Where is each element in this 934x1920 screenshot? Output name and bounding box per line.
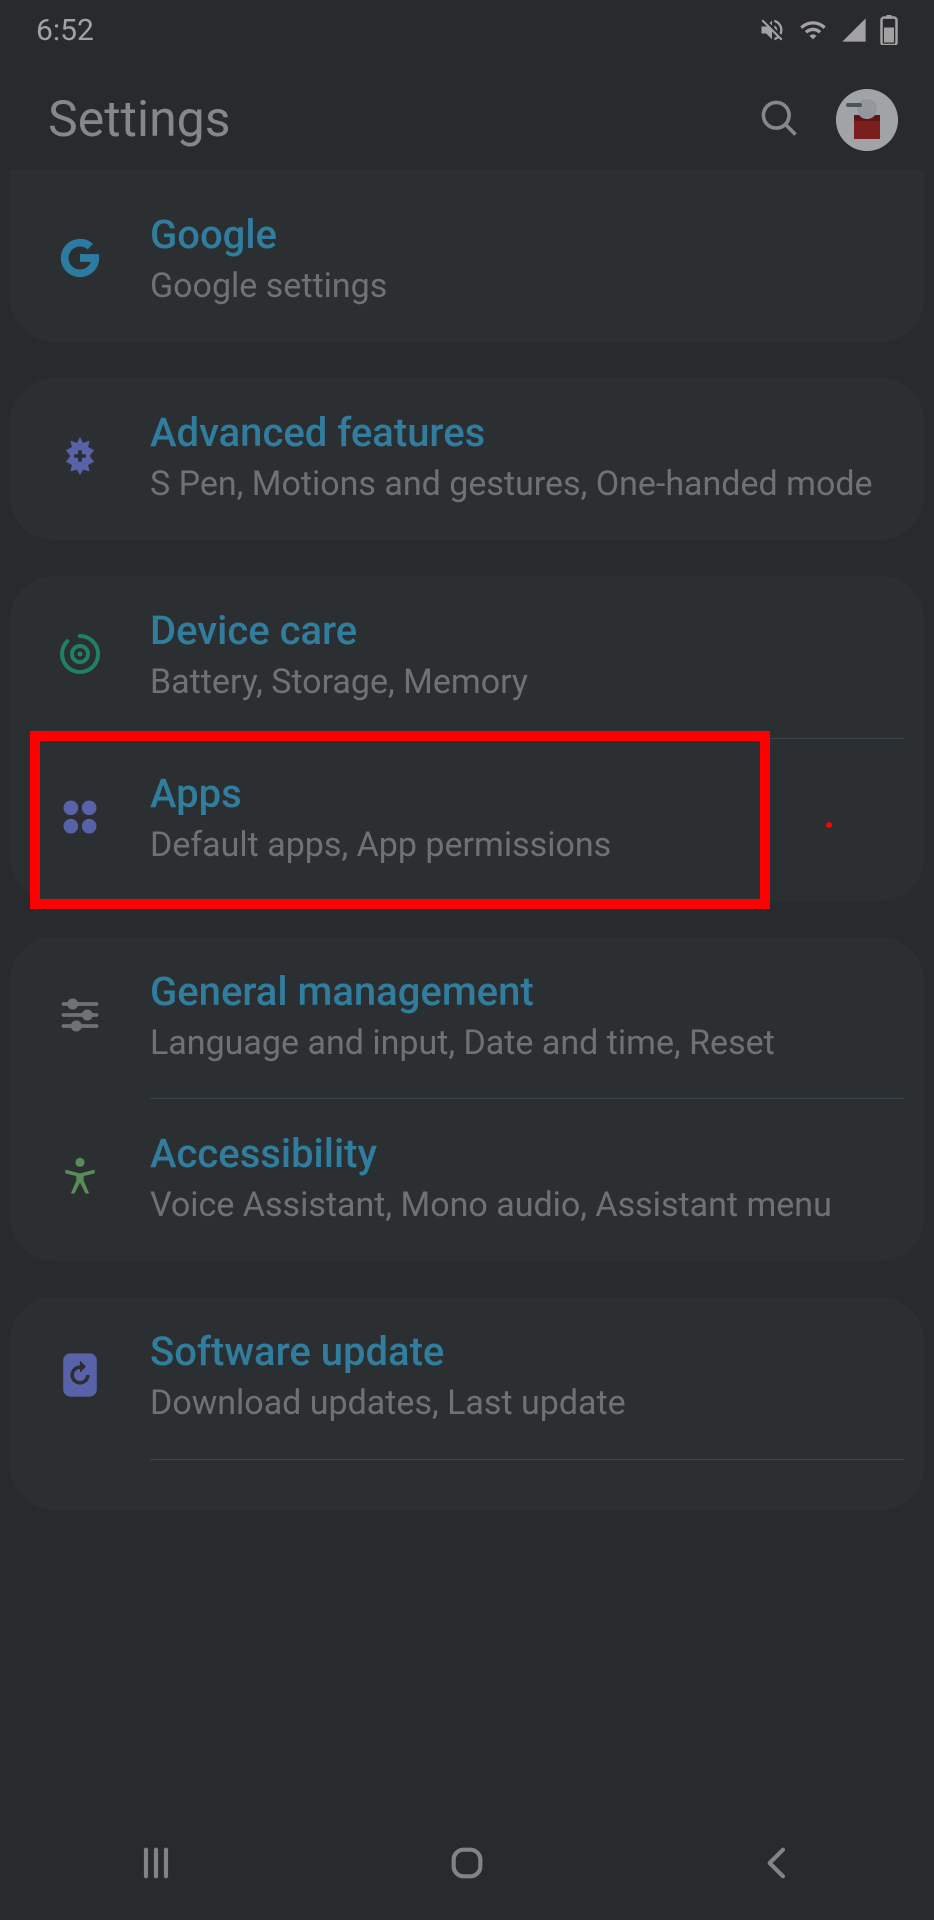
signal-icon — [840, 16, 868, 44]
settings-item-title: Apps — [150, 769, 884, 819]
settings-item-subtitle: Download updates, Last update — [150, 1381, 884, 1427]
search-icon — [757, 96, 801, 144]
settings-item-title: Software update — [150, 1327, 884, 1377]
software-update-icon — [60, 1351, 100, 1403]
profile-avatar[interactable] — [836, 89, 898, 151]
nav-back-button[interactable] — [678, 1825, 878, 1905]
status-time: 6:52 — [36, 13, 94, 48]
settings-item-advanced-features[interactable]: Advanced features S Pen, Motions and ges… — [10, 378, 924, 540]
settings-card-advanced: Advanced features S Pen, Motions and ges… — [10, 378, 924, 540]
search-button[interactable] — [748, 89, 810, 151]
settings-item-title: Accessibility — [150, 1129, 884, 1179]
accessibility-icon — [58, 1155, 102, 1203]
settings-item-google[interactable]: Google Google settings — [10, 180, 924, 342]
settings-item-title: Google — [150, 210, 884, 260]
navigation-bar — [0, 1810, 934, 1920]
settings-item-title: Advanced features — [150, 408, 884, 458]
settings-item-title: General management — [150, 967, 884, 1017]
settings-item-subtitle: Voice Assistant, Mono audio, Assistant m… — [150, 1183, 884, 1229]
settings-item-apps[interactable]: Apps Default apps, App permissions — [10, 739, 924, 901]
settings-card-google: Google Google settings — [10, 170, 924, 342]
highlight-dot — [826, 822, 832, 828]
wifi-icon — [798, 16, 828, 44]
header: Settings — [0, 60, 934, 180]
settings-list[interactable]: Google Google settings Advanced features… — [0, 170, 934, 1510]
device-care-icon — [56, 630, 104, 682]
nav-recents-button[interactable] — [56, 1825, 256, 1905]
page-title: Settings — [48, 91, 748, 149]
status-bar: 6:52 — [0, 0, 934, 60]
mute-icon — [758, 16, 786, 44]
battery-icon — [880, 15, 898, 45]
sliders-icon — [58, 993, 102, 1041]
settings-card-software: Software update Download updates, Last u… — [10, 1297, 924, 1510]
nav-home-button[interactable] — [367, 1825, 567, 1905]
apps-icon — [58, 795, 102, 843]
settings-item-subtitle: Language and input, Date and time, Reset — [150, 1021, 884, 1067]
status-icons — [758, 15, 898, 45]
advanced-features-icon — [57, 433, 103, 483]
back-icon — [758, 1843, 798, 1887]
settings-item-title — [150, 1490, 884, 1510]
settings-item-subtitle: S Pen, Motions and gestures, One-handed … — [150, 462, 884, 508]
settings-card-general: General management Language and input, D… — [10, 937, 924, 1262]
settings-item-title: Device care — [150, 606, 884, 656]
recents-icon — [136, 1843, 176, 1887]
settings-item-device-care[interactable]: Device care Battery, Storage, Memory — [10, 576, 924, 738]
settings-item-accessibility[interactable]: Accessibility Voice Assistant, Mono audi… — [10, 1099, 924, 1261]
settings-item-subtitle: Battery, Storage, Memory — [150, 660, 884, 706]
settings-item-subtitle: Default apps, App permissions — [150, 823, 884, 869]
settings-item-subtitle: Google settings — [150, 264, 884, 310]
settings-item-partial[interactable] — [10, 1460, 924, 1510]
home-icon — [447, 1843, 487, 1887]
settings-item-software-update[interactable]: Software update Download updates, Last u… — [10, 1297, 924, 1459]
settings-card-device: Device care Battery, Storage, Memory App… — [10, 576, 924, 901]
settings-item-general-management[interactable]: General management Language and input, D… — [10, 937, 924, 1099]
google-icon — [57, 235, 103, 285]
